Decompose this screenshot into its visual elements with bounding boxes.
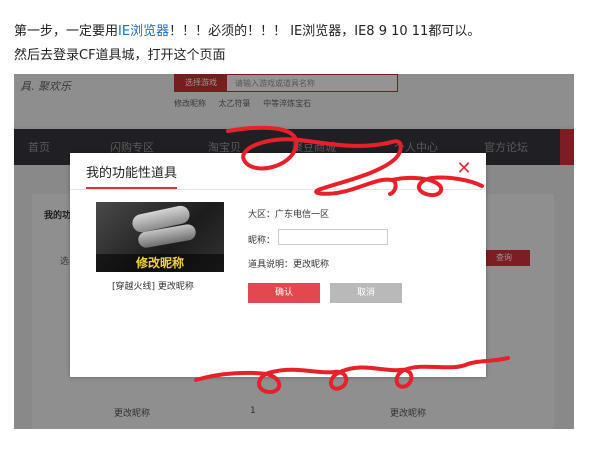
dialog-header: 我的功能性道具 ✕ xyxy=(70,153,486,190)
dog-tag-item-image: 修改昵称 xyxy=(96,202,224,272)
instruction-suffix: ！！！必须的！！！ IE浏览器，IE8 9 10 11都可以。 xyxy=(169,24,481,39)
instruction-prefix: 第一步，一定要用 xyxy=(14,24,119,39)
functional-items-dialog: 我的功能性道具 ✕ 修改昵称 [穿越火线] 更改昵称 大区：广东电信一区 昵称：… xyxy=(70,153,486,377)
instruction-line-1: 第一步，一定要用IE浏览器！！！必须的！！！ IE浏览器，IE8 9 10 11… xyxy=(14,20,480,39)
confirm-button[interactable]: 确认 xyxy=(248,283,320,303)
cancel-button[interactable]: 取消 xyxy=(330,283,402,303)
item-caption: [穿越火线] 更改昵称 xyxy=(112,282,194,292)
nickname-input[interactable] xyxy=(278,229,388,245)
region-label: 大区：广东电信一区 xyxy=(248,210,330,220)
ie-browser-highlight: IE浏览器 xyxy=(118,24,170,39)
item-banner: 修改昵称 xyxy=(96,254,224,272)
instruction-line-2: 然后去登录CF道具城，打开这个页面 xyxy=(14,48,226,63)
embedded-screenshot: 具. 聚欢乐 选择游戏 请输入游戏或道具名称 修改昵称 太乙符箓 中等淬炼宝石 … xyxy=(14,74,574,429)
item-description: 道具说明：更改昵称 xyxy=(248,260,330,270)
nickname-label: 昵称： xyxy=(248,236,276,246)
close-icon[interactable]: ✕ xyxy=(454,159,474,179)
dialog-title: 我的功能性道具 xyxy=(86,162,178,189)
